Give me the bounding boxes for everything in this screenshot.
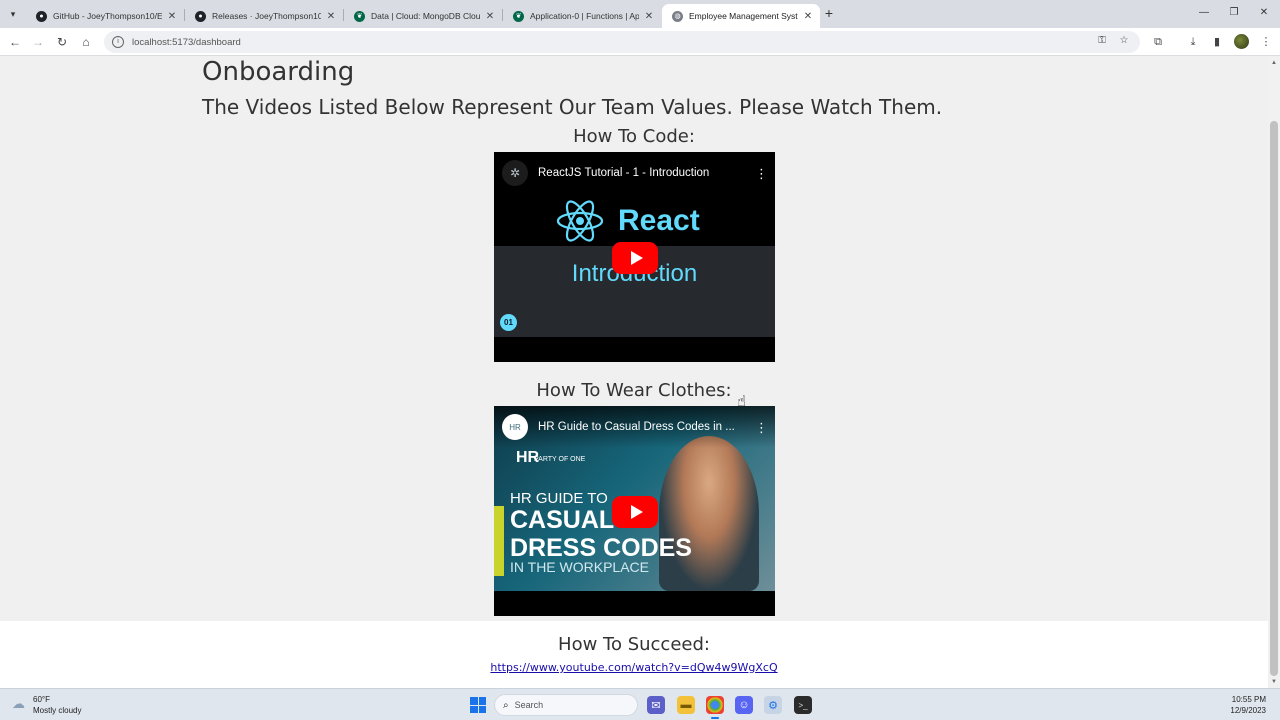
section-heading-clothes: How To Wear Clothes: bbox=[536, 380, 732, 401]
page-scrollbar[interactable]: ▲ ▼ bbox=[1268, 57, 1280, 688]
play-button[interactable] bbox=[612, 496, 658, 528]
video-title[interactable]: ReactJS Tutorial - 1 - Introduction bbox=[538, 167, 755, 179]
terminal-icon[interactable]: >_ bbox=[794, 696, 812, 714]
thumb-react-word: React bbox=[618, 204, 700, 237]
profile-avatar[interactable] bbox=[1234, 34, 1249, 49]
globe-icon: ◍ bbox=[672, 10, 683, 22]
github-icon: ● bbox=[36, 10, 47, 22]
search-icon: ⌕ bbox=[503, 699, 509, 711]
address-url: localhost:5173/dashboard bbox=[132, 36, 241, 48]
tab-strip: ▾ ● GitHub - JoeyThompson10/Em ✕ ● Relea… bbox=[0, 0, 1280, 28]
arrow-left-icon[interactable]: ← bbox=[7, 34, 23, 50]
thumb-person bbox=[659, 436, 759, 591]
page-title: Onboarding bbox=[202, 57, 355, 87]
weather-description[interactable]: Mostly cloudy bbox=[33, 706, 81, 715]
discord-icon[interactable]: ☺ bbox=[735, 696, 753, 714]
extensions-puzzle-icon[interactable]: ⧉ bbox=[1150, 34, 1166, 50]
browser-toolbar: ← → ↻ ⌂ i localhost:5173/dashboard ⚿ ☆ ⧉… bbox=[0, 28, 1280, 56]
tab-title: Releases · JoeyThompson10/E bbox=[212, 11, 321, 21]
channel-avatar[interactable]: ✲ bbox=[502, 160, 528, 186]
thumb-line-1: HR GUIDE TO bbox=[510, 490, 608, 507]
video-embed-hr[interactable]: HR PARTY OF ONE HR GUIDE TO CASUAL DRESS… bbox=[494, 406, 775, 616]
hand-cursor-icon: ☝ bbox=[737, 393, 747, 410]
minimize-icon[interactable]: — bbox=[1194, 6, 1214, 20]
video-title-bar: HR HR Guide to Casual Dress Codes in ...… bbox=[494, 406, 775, 448]
scroll-thumb[interactable] bbox=[1270, 121, 1278, 676]
clock-time[interactable]: 10:55 PM bbox=[1222, 695, 1266, 704]
restore-icon[interactable]: ❐ bbox=[1224, 6, 1244, 20]
address-bar[interactable]: i localhost:5173/dashboard bbox=[104, 31, 1140, 53]
thumb-logo-small: PARTY OF ONE bbox=[534, 456, 586, 463]
file-explorer-icon[interactable]: ▬ bbox=[677, 696, 695, 714]
clock-date[interactable]: 12/9/2023 bbox=[1222, 706, 1266, 715]
arrow-right-icon[interactable]: → bbox=[30, 34, 46, 50]
network-app-icon[interactable]: ⚙ bbox=[764, 696, 782, 714]
scroll-up-icon[interactable]: ▲ bbox=[1268, 57, 1280, 69]
download-icon[interactable]: ⤓ bbox=[1185, 34, 1201, 50]
tab-employee-management[interactable]: ◍ Employee Management System ✕ bbox=[662, 4, 820, 28]
section-heading-code: How To Code: bbox=[573, 126, 695, 147]
tab-github[interactable]: ● GitHub - JoeyThompson10/Em ✕ bbox=[26, 4, 184, 28]
thumb-episode-badge: 01 bbox=[500, 314, 517, 331]
cloud-icon[interactable]: ☁ bbox=[12, 697, 30, 711]
thumb-line-2: CASUAL bbox=[510, 506, 615, 534]
video-title-bar: ✲ ReactJS Tutorial - 1 - Introduction ⋮ bbox=[494, 152, 775, 194]
kebab-menu-icon[interactable]: ⋮ bbox=[1258, 34, 1274, 50]
teams-icon[interactable]: ✉ bbox=[647, 696, 665, 714]
site-info-icon[interactable]: i bbox=[112, 36, 124, 48]
github-icon: ● bbox=[195, 10, 206, 22]
taskbar-search-placeholder: Search bbox=[514, 700, 544, 710]
chrome-icon[interactable] bbox=[706, 696, 724, 719]
reload-icon[interactable]: ↻ bbox=[54, 34, 70, 50]
home-icon[interactable]: ⌂ bbox=[78, 34, 94, 50]
tab-close-icon[interactable]: ✕ bbox=[484, 11, 496, 22]
tab-title: GitHub - JoeyThompson10/Em bbox=[53, 11, 162, 21]
play-icon bbox=[630, 505, 643, 519]
video-title[interactable]: HR Guide to Casual Dress Codes in ... bbox=[538, 421, 755, 433]
windows-start-icon[interactable] bbox=[470, 697, 486, 713]
side-panel-icon[interactable]: ▮ bbox=[1209, 34, 1225, 50]
new-tab-plus-icon[interactable]: + bbox=[821, 5, 837, 21]
taskbar: ☁ 60°F Mostly cloudy ⌕ Search ✉ ▬ ☺ ⚙ >_… bbox=[0, 688, 1280, 720]
play-button[interactable] bbox=[612, 242, 658, 274]
mongodb-leaf-icon: ❦ bbox=[513, 10, 524, 22]
video-embed-react[interactable]: React Introduction 01 ✲ ReactJS Tutorial… bbox=[494, 152, 775, 362]
tab-close-icon[interactable]: ✕ bbox=[643, 11, 655, 22]
star-icon[interactable]: ☆ bbox=[1117, 34, 1131, 48]
tab-title: Employee Management System bbox=[689, 11, 798, 21]
succeed-video-link[interactable]: https://www.youtube.com/watch?v=dQw4w9Wg… bbox=[0, 661, 1268, 674]
tab-title: Application-0 | Functions | App bbox=[530, 11, 639, 21]
password-key-icon[interactable]: ⚿ bbox=[1095, 34, 1109, 48]
kebab-menu-icon[interactable]: ⋮ bbox=[755, 167, 768, 180]
react-atom-icon bbox=[556, 200, 604, 242]
tab-title: Data | Cloud: MongoDB Cloud bbox=[371, 11, 480, 21]
thumb-line-4: IN THE WORKPLACE bbox=[510, 559, 649, 575]
section-heading-succeed: How To Succeed: bbox=[558, 634, 710, 655]
tab-mongodb-functions[interactable]: ❦ Application-0 | Functions | App ✕ bbox=[503, 4, 661, 28]
tab-close-icon[interactable]: ✕ bbox=[166, 11, 178, 22]
channel-avatar[interactable]: HR bbox=[502, 414, 528, 440]
play-icon bbox=[630, 251, 643, 265]
page-viewport: Onboarding The Videos Listed Below Repre… bbox=[0, 57, 1268, 688]
mongodb-leaf-icon: ❦ bbox=[354, 10, 365, 22]
taskbar-search-input[interactable]: ⌕ Search bbox=[494, 694, 638, 716]
kebab-menu-icon[interactable]: ⋮ bbox=[755, 421, 768, 434]
page-subtitle: The Videos Listed Below Represent Our Te… bbox=[202, 95, 943, 119]
thumb-stripe bbox=[494, 506, 504, 576]
scroll-down-icon[interactable]: ▼ bbox=[1268, 676, 1280, 688]
weather-temperature[interactable]: 60°F bbox=[33, 695, 50, 704]
tab-mongodb-data[interactable]: ❦ Data | Cloud: MongoDB Cloud ✕ bbox=[344, 4, 502, 28]
tab-search-icon[interactable]: ▾ bbox=[4, 5, 22, 23]
thumb-logo: HR PARTY OF ONE bbox=[516, 450, 586, 466]
tab-close-icon[interactable]: ✕ bbox=[802, 11, 814, 22]
tab-releases[interactable]: ● Releases · JoeyThompson10/E ✕ bbox=[185, 4, 343, 28]
tab-close-icon[interactable]: ✕ bbox=[325, 11, 337, 22]
close-window-icon[interactable]: ✕ bbox=[1254, 6, 1274, 20]
